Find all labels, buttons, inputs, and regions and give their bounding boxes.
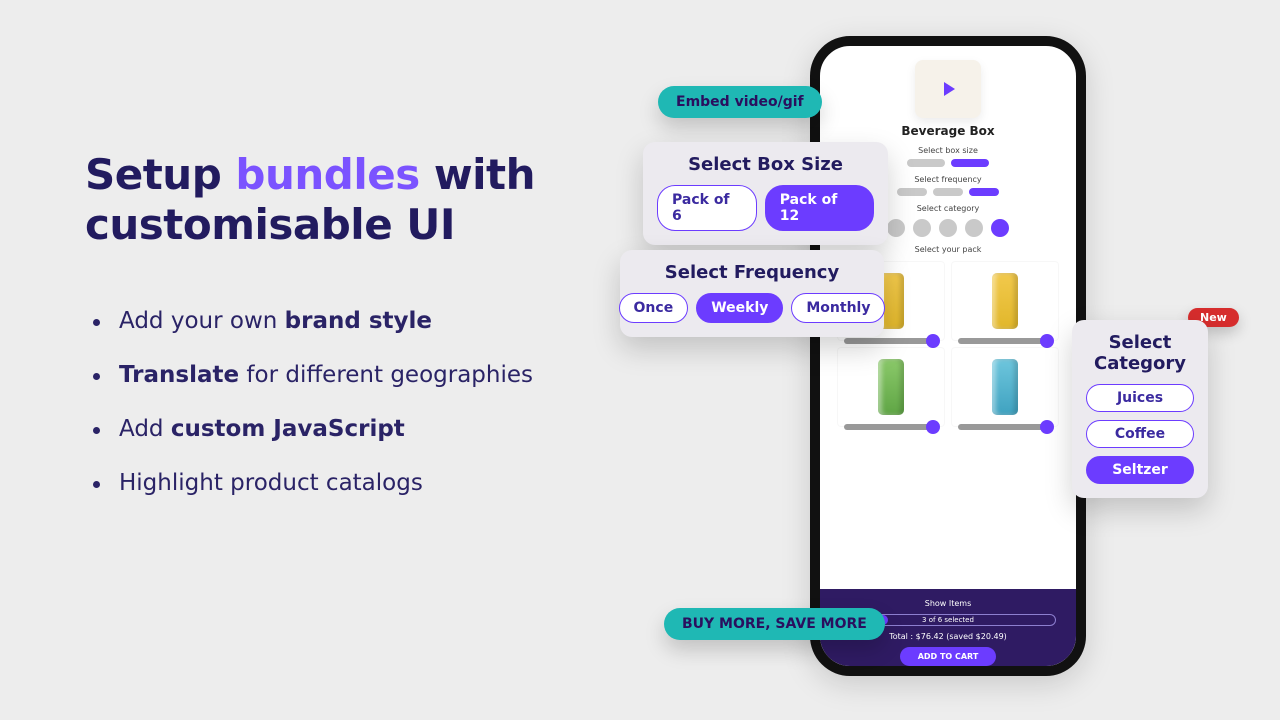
- video-thumb[interactable]: [915, 60, 981, 118]
- feature-bullets: Add your own brand style Translate for d…: [85, 307, 625, 499]
- option-coffee[interactable]: Coffee: [1086, 420, 1194, 448]
- bullet-item: Add custom JavaScript: [85, 415, 625, 445]
- play-icon: [936, 77, 960, 101]
- product-card[interactable]: [838, 348, 944, 426]
- bullet-item: Add your own brand style: [85, 307, 625, 337]
- card-select-category: Select Category Juices Coffee Seltzer: [1072, 320, 1208, 498]
- headline: Setup bundles with customisable UI: [85, 150, 625, 249]
- show-items[interactable]: Show Items: [834, 599, 1062, 608]
- badge-embed-video: Embed video/gif: [658, 86, 822, 118]
- option-monthly[interactable]: Monthly: [791, 293, 885, 323]
- option-once[interactable]: Once: [619, 293, 689, 323]
- qty-slider[interactable]: [958, 338, 1052, 344]
- qty-slider[interactable]: [844, 338, 938, 344]
- bullet-item: Highlight product catalogs: [85, 469, 625, 499]
- card-title: Select Category: [1086, 332, 1194, 374]
- product-title: Beverage Box: [820, 124, 1076, 138]
- option-pack-6[interactable]: Pack of 6: [657, 185, 757, 231]
- option-weekly[interactable]: Weekly: [696, 293, 783, 323]
- product-card[interactable]: [952, 348, 1058, 426]
- qty-slider[interactable]: [958, 424, 1052, 430]
- badge-buy-more: BUY MORE, SAVE MORE: [664, 608, 885, 640]
- qty-slider[interactable]: [844, 424, 938, 430]
- card-select-box-size: Select Box Size Pack of 6 Pack of 12: [643, 142, 888, 245]
- option-juices[interactable]: Juices: [1086, 384, 1194, 412]
- option-seltzer[interactable]: Seltzer: [1086, 456, 1194, 484]
- option-pack-12[interactable]: Pack of 12: [765, 185, 874, 231]
- add-to-cart-button[interactable]: ADD TO CART: [900, 647, 997, 666]
- card-title: Select Frequency: [634, 262, 870, 283]
- card-title: Select Box Size: [657, 154, 874, 175]
- card-select-frequency: Select Frequency Once Weekly Monthly: [620, 250, 884, 337]
- phone-mockup: Beverage Box Select box size Select freq…: [810, 36, 1086, 676]
- bullet-item: Translate for different geographies: [85, 361, 625, 391]
- product-card[interactable]: [952, 262, 1058, 340]
